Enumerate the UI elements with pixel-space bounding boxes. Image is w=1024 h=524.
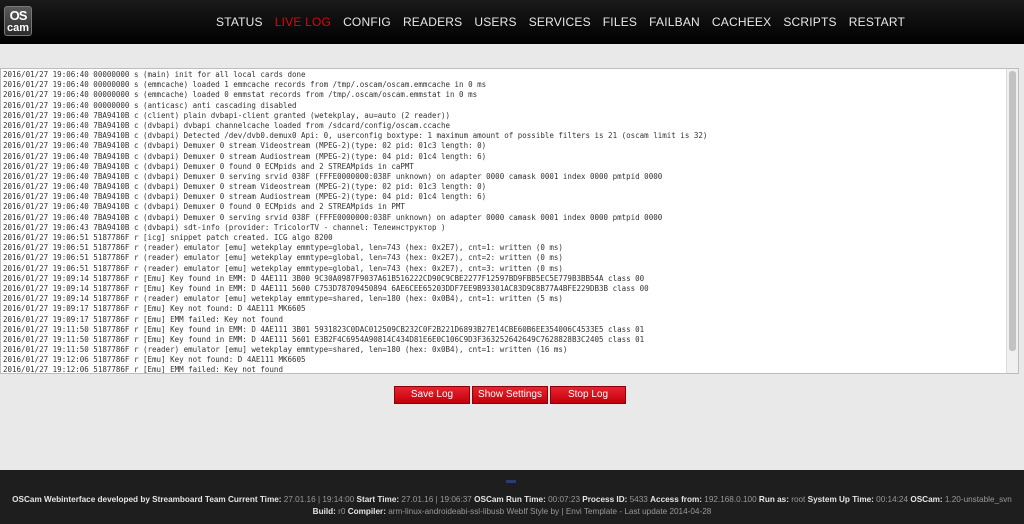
stop-log-button[interactable]: Stop Log: [550, 386, 626, 404]
main-menu: STATUS LIVE LOG CONFIG READERS USERS SERVICES…: [210, 0, 911, 44]
log-line: 2016/01/27 19:12:06 5187786F r [Emu] Key…: [3, 355, 306, 365]
log-line: 2016/01/27 19:06:40 00000000 s (emmcache…: [3, 80, 487, 90]
footer-build-line: Build: r0 Compiler: arm-linux-androideab…: [0, 507, 1024, 516]
log-line: 2016/01/27 19:06:51 5187786F r [icg] sni…: [3, 233, 333, 242]
footer-label: OSCam Webinterface developed by Streambo…: [12, 495, 284, 504]
log-line: 2016/01/27 19:06:40 7BA9410B c (client) …: [3, 110, 451, 120]
footer-value: arm-linux-androideabi-ssl-libusb WebIf S…: [388, 507, 712, 516]
log-line: 2016/01/27 19:09:17 5187786F r [Emu] Key…: [3, 304, 306, 314]
nav-item-failban[interactable]: FAILBAN: [643, 0, 706, 44]
log-line: 2016/01/27 19:06:51 5187786F r (reader) …: [3, 263, 563, 273]
footer-label: Process ID:: [582, 495, 630, 504]
nav-item-config[interactable]: CONFIG: [337, 0, 397, 44]
log-line: 2016/01/27 19:06:40 7BA9410B c (dvbapi) …: [3, 141, 487, 151]
log-line: 2016/01/27 19:06:40 7BA9410B c (dvbapi) …: [3, 182, 487, 192]
nav-item-status[interactable]: STATUS: [210, 0, 269, 44]
nav-item-files[interactable]: FILES: [597, 0, 643, 44]
footer-value: 00:07:23: [548, 495, 583, 504]
log-line: 2016/01/27 19:06:40 7BA9410B c (dvbapi) …: [3, 202, 405, 212]
log-line: 2016/01/27 19:09:17 5187786F r [Emu] EMM…: [3, 314, 283, 324]
footer-status-line: OSCam Webinterface developed by Streambo…: [0, 495, 1024, 504]
log-line: 2016/01/27 19:12:06 5187786F r [Emu] EMM…: [3, 365, 283, 374]
footer: OSCam Webinterface developed by Streambo…: [0, 470, 1024, 524]
log-actions: Save Log Show Settings Stop Log: [394, 386, 626, 404]
log-scrollbar[interactable]: [1006, 69, 1018, 373]
log-line: 2016/01/27 19:06:51 5187786F r (reader) …: [3, 243, 563, 253]
scrollbar-thumb[interactable]: [1009, 71, 1016, 351]
oscam-logo[interactable]: OS cam: [4, 6, 32, 36]
nav-item-users[interactable]: USERS: [468, 0, 522, 44]
log-line: 2016/01/27 19:06:40 7BA9410B c (dvbapi) …: [3, 161, 414, 171]
log-line: 2016/01/27 19:06:40 00000000 s (main) in…: [3, 70, 306, 79]
show-settings-button[interactable]: Show Settings: [472, 386, 548, 404]
log-line: 2016/01/27 19:06:40 00000000 s (anticasc…: [3, 100, 297, 110]
log-line: 2016/01/27 19:09:14 5187786F r [Emu] Key…: [3, 283, 649, 293]
nav-item-readers[interactable]: READERS: [397, 0, 468, 44]
log-line: 2016/01/27 19:06:40 7BA9410B c (dvbapi) …: [3, 171, 663, 181]
log-line: 2016/01/27 19:11:50 5187786F r [Emu] Key…: [3, 334, 645, 344]
log-line: 2016/01/27 19:06:40 7BA9410B c (dvbapi) …: [3, 212, 663, 222]
log-line: 2016/01/27 19:06:40 7BA9410B c (dvbapi) …: [3, 120, 451, 130]
footer-value: 27.01.16 | 19:14:00: [283, 495, 357, 504]
nav-item-restart[interactable]: RESTART: [843, 0, 911, 44]
nav-item-services[interactable]: SERVICES: [523, 0, 597, 44]
nav-item-cacheex[interactable]: CACHEEX: [706, 0, 777, 44]
footer-label: Start Time:: [356, 495, 402, 504]
footer-label: Build:: [312, 507, 339, 516]
footer-value: root: [791, 495, 808, 504]
log-line: 2016/01/27 19:09:14 5187786F r (reader) …: [3, 294, 563, 304]
footer-label: OSCam Run Time:: [474, 495, 549, 504]
log-line: 2016/01/27 19:06:40 7BA9410B c (dvbapi) …: [3, 151, 487, 161]
footer-value: 00:14:24: [876, 495, 911, 504]
log-line: 2016/01/27 19:06:43 7BA9410B c (dvbapi) …: [3, 222, 446, 232]
log-line: 2016/01/27 19:06:40 00000000 s (emmcache…: [3, 90, 478, 100]
log-line: 2016/01/27 19:11:50 5187786F r [Emu] Key…: [3, 324, 645, 334]
log-line: 2016/01/27 19:06:40 7BA9410B c (dvbapi) …: [3, 192, 487, 202]
footer-label: Access from:: [650, 495, 705, 504]
footer-value: 5433: [629, 495, 651, 504]
footer-label: Compiler:: [347, 507, 389, 516]
footer-value: 1.20-unstable_svn: [944, 495, 1012, 504]
log-lines: 2016/01/27 19:06:40 00000000 s (main) in…: [1, 69, 1018, 374]
save-log-button[interactable]: Save Log: [394, 386, 470, 404]
log-line: 2016/01/27 19:11:50 5187786F r (reader) …: [3, 345, 568, 355]
footer-label: OSCam:: [910, 495, 945, 504]
top-navigation-bar: OS cam STATUS LIVE LOG CONFIG READERS USERS S…: [0, 0, 1024, 44]
footer-value: r0: [338, 507, 348, 516]
nav-item-scripts[interactable]: SCRIPTS: [777, 0, 842, 44]
footer-label: System Up Time:: [807, 495, 877, 504]
nav-item-live-log[interactable]: LIVE LOG: [269, 0, 337, 44]
footer-label: Run as:: [758, 495, 792, 504]
footer-value: 27.01.16 | 19:06:37: [401, 495, 475, 504]
footer-value: 192.168.0.100: [704, 495, 759, 504]
log-line: 2016/01/27 19:06:40 7BA9410B c (dvbapi) …: [3, 131, 708, 141]
footer-indicator: [506, 480, 516, 483]
live-log-panel[interactable]: 2016/01/27 19:06:40 00000000 s (main) in…: [0, 68, 1019, 374]
log-line: 2016/01/27 19:06:51 5187786F r (reader) …: [3, 253, 563, 263]
log-line: 2016/01/27 19:09:14 5187786F r [Emu] Key…: [3, 273, 645, 283]
